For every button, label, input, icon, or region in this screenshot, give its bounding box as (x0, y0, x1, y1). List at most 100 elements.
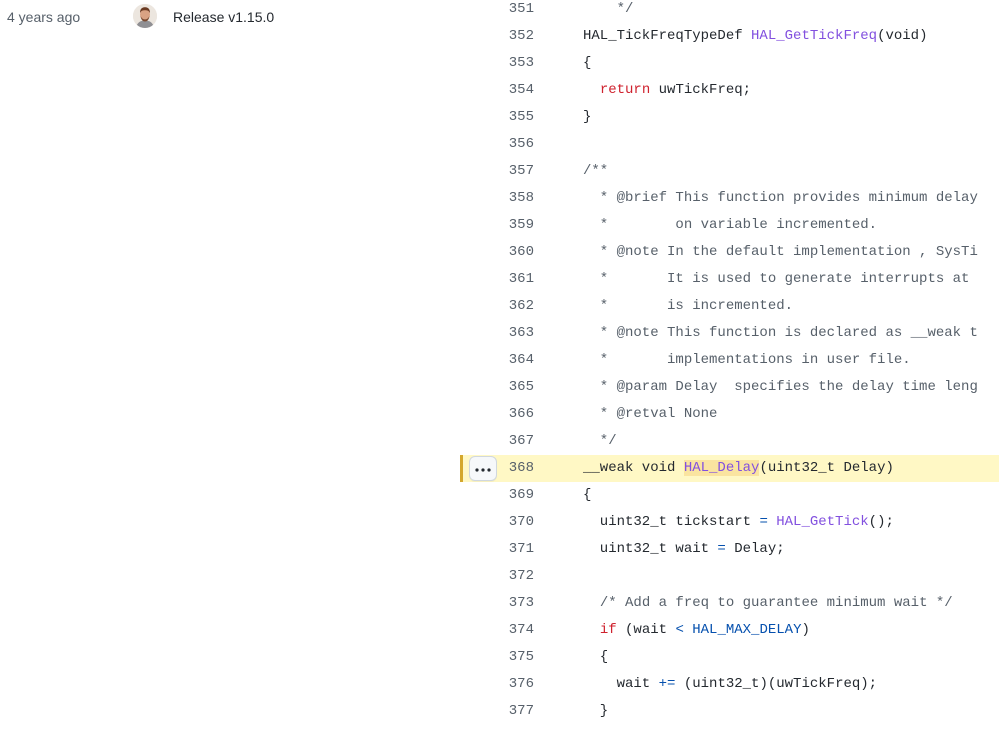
code-text: * @retval None (583, 406, 718, 423)
code-line: 375 { (460, 644, 999, 671)
code-text: /* Add a freq to guarantee minimum wait … (583, 595, 953, 612)
code-line: 374 if (wait < HAL_MAX_DELAY) (460, 617, 999, 644)
code-text: * It is used to generate interrupts at (583, 271, 970, 288)
code-line: 358 * @brief This function provides mini… (460, 185, 999, 212)
line-number[interactable]: 366 (507, 406, 534, 423)
line-number[interactable]: 377 (507, 703, 534, 720)
line-number[interactable]: 354 (507, 82, 534, 99)
code-token: < (675, 622, 684, 638)
code-line: 356 (460, 131, 999, 158)
line-number[interactable]: 371 (507, 541, 534, 558)
code-token: { (583, 55, 592, 71)
code-text: * on variable incremented. (583, 217, 877, 234)
code-line: 376 wait += (uint32_t)(uwTickFreq); (460, 671, 999, 698)
code-line: 355} (460, 104, 999, 131)
line-number[interactable]: 365 (507, 379, 534, 396)
code-text: */ (583, 1, 634, 18)
blame-commit-info: 4 years ago Release v1.15.0 (0, 0, 460, 34)
line-number[interactable]: 352 (507, 28, 534, 45)
code-token: HAL_Delay (683, 460, 760, 476)
line-number[interactable]: 359 (507, 217, 534, 234)
code-token: * @brief This function provides minimum … (583, 190, 978, 206)
code-token: * on variable incremented. (583, 217, 878, 233)
line-number[interactable]: 353 (507, 55, 534, 72)
avatar-icon (133, 4, 157, 28)
line-highlight-marker (460, 455, 463, 482)
code-line: 365 * @param Delay specifies the delay t… (460, 374, 999, 401)
code-line: 371 uint32_t wait = Delay; (460, 536, 999, 563)
line-number[interactable]: 351 (507, 1, 534, 18)
code-token: * implementations in user file. (583, 352, 911, 368)
code-token: (void) (877, 28, 928, 44)
code-text: uint32_t tickstart = HAL_GetTick(); (583, 514, 894, 531)
line-number[interactable]: 376 (507, 676, 534, 693)
line-number[interactable]: 358 (507, 190, 534, 207)
line-number[interactable]: 374 (507, 622, 534, 639)
code-text: { (583, 55, 591, 72)
line-number[interactable]: 364 (507, 352, 534, 369)
code-token: HAL_MAX_DELAY (692, 622, 802, 638)
code-token: __weak void (583, 460, 684, 476)
line-number[interactable]: 370 (507, 514, 534, 531)
code-token: Delay; (725, 541, 785, 557)
line-number[interactable]: 361 (507, 271, 534, 288)
line-number[interactable]: 355 (507, 109, 534, 126)
code-token: (); (868, 514, 894, 530)
code-line: 361 * It is used to generate interrupts … (460, 266, 999, 293)
author-avatar[interactable] (133, 4, 157, 28)
code-token: (uint32_t)(uwTickFreq); (675, 676, 878, 692)
code-line: 362 * is incremented. (460, 293, 999, 320)
code-token: (uint32_t Delay) (759, 460, 894, 476)
line-number[interactable]: 362 (507, 298, 534, 315)
code-token: * It is used to generate interrupts at (583, 271, 970, 287)
line-number[interactable]: 368 (507, 460, 534, 477)
code-token: * @retval None (583, 406, 718, 422)
code-text: * is incremented. (583, 298, 793, 315)
line-number[interactable]: 367 (507, 433, 534, 450)
code-token: ) (801, 622, 810, 638)
code-text: if (wait < HAL_MAX_DELAY) (583, 622, 810, 639)
code-token: HAL_GetTick (776, 514, 869, 530)
commit-message-link[interactable]: Release v1.15.0 (173, 9, 274, 25)
code-line: 354 return uwTickFreq; (460, 77, 999, 104)
line-number[interactable]: 375 (507, 649, 534, 666)
code-line: 367 */ (460, 428, 999, 455)
code-text: } (583, 703, 608, 720)
code-token: = (717, 541, 726, 557)
code-token: * @note In the default implementation , … (583, 244, 978, 260)
code-line: 369 { (460, 482, 999, 509)
code-line: 357 /** (460, 158, 999, 185)
code-text: * @note This function is declared as __w… (583, 325, 978, 342)
code-token: uint32_t wait (583, 541, 718, 557)
code-token: */ (583, 433, 617, 449)
code-token: return (599, 82, 651, 98)
code-line: 370 uint32_t tickstart = HAL_GetTick(); (460, 509, 999, 536)
code-text: HAL_TickFreqTypeDef HAL_GetTickFreq(void… (583, 28, 927, 45)
code-text: { (583, 487, 591, 504)
code-line: 360 * @note In the default implementatio… (460, 239, 999, 266)
code-text: } (583, 109, 591, 126)
code-token: { (583, 487, 592, 503)
code-text: /** (583, 163, 608, 180)
line-number[interactable]: 372 (507, 568, 534, 585)
line-number[interactable]: 357 (507, 163, 534, 180)
code-token: wait (583, 676, 659, 692)
kebab-horizontal-icon (475, 468, 491, 472)
line-number[interactable]: 369 (507, 487, 534, 504)
code-token: HAL_TickFreqTypeDef (583, 28, 752, 44)
code-text: */ (583, 433, 617, 450)
code-line: 373 /* Add a freq to guarantee minimum w… (460, 590, 999, 617)
code-line: 352 HAL_TickFreqTypeDef HAL_GetTickFreq(v… (460, 23, 999, 50)
code-text: __weak void HAL_Delay(uint32_t Delay) (583, 460, 894, 477)
line-number[interactable]: 356 (507, 136, 534, 153)
code-token: uwTickFreq; (650, 82, 752, 98)
line-number[interactable]: 360 (507, 244, 534, 261)
line-options-button[interactable] (469, 456, 497, 481)
code-text: * @brief This function provides minimum … (583, 190, 978, 207)
line-number[interactable]: 373 (507, 595, 534, 612)
line-number[interactable]: 363 (507, 325, 534, 342)
